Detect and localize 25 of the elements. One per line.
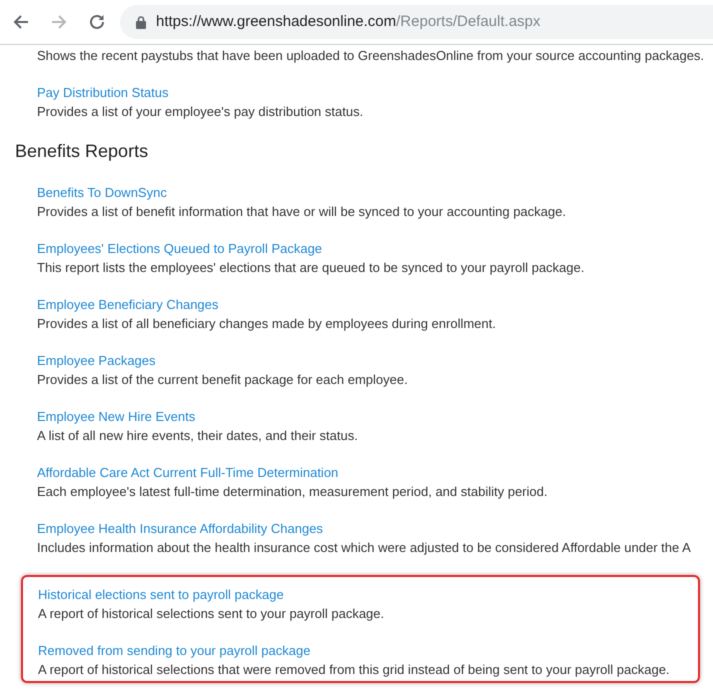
report-link[interactable]: Benefits To DownSync <box>37 183 167 202</box>
report-description: Provides a list of benefit information that have or will be synced to your accounting package. <box>37 203 566 221</box>
reload-icon[interactable] <box>88 13 106 31</box>
report-description: This report lists the employees' elections that are queued to be synced to your payroll package. <box>37 259 584 277</box>
report-description: Each employee's latest full-time determination, measurement period, and stability period. <box>37 483 548 501</box>
report-link[interactable]: Removed from sending to your payroll package <box>38 641 310 660</box>
back-icon[interactable] <box>12 13 30 31</box>
report-description: Provides a list of the current benefit package for each employee. <box>37 371 408 389</box>
report-description: Provides a list of your employee's pay distribution status. <box>37 103 364 121</box>
report-link[interactable]: Employees' Elections Queued to Payroll Package <box>37 239 322 258</box>
report-description: A report of historical selections that were removed from this grid instead of being sent to your payroll package. <box>38 661 670 679</box>
report-description: Shows the recent paystubs that have been uploaded to GreenshadesOnline from your source accounting packages. <box>37 47 704 65</box>
section-heading: Benefits Reports <box>15 140 150 163</box>
report-description: A list of all new hire events, their dates, and their status. <box>37 427 358 445</box>
report-link[interactable]: Employee New Hire Events <box>37 407 196 426</box>
report-link[interactable]: Pay Distribution Status <box>37 83 169 102</box>
report-description: Includes information about the health insurance cost which were adjusted to be considered Affordable under the A <box>37 539 691 557</box>
report-link[interactable]: Affordable Care Act Current Full-Time Determination <box>37 463 338 482</box>
report-link[interactable]: Employee Beneficiary Changes <box>37 295 218 314</box>
report-link[interactable]: Employee Health Insurance Affordability Changes <box>37 519 323 538</box>
report-description: A report of historical selections sent to your payroll package. <box>38 605 384 623</box>
report-description: Provides a list of all beneficiary changes made by employees during enrollment. <box>37 315 496 333</box>
address-bar[interactable]: https://www.greenshadesonline.com/Reports/Default.aspx <box>120 5 713 39</box>
report-link[interactable]: Historical elections sent to payroll package <box>38 585 284 604</box>
report-link[interactable]: Employee Packages <box>37 351 156 370</box>
